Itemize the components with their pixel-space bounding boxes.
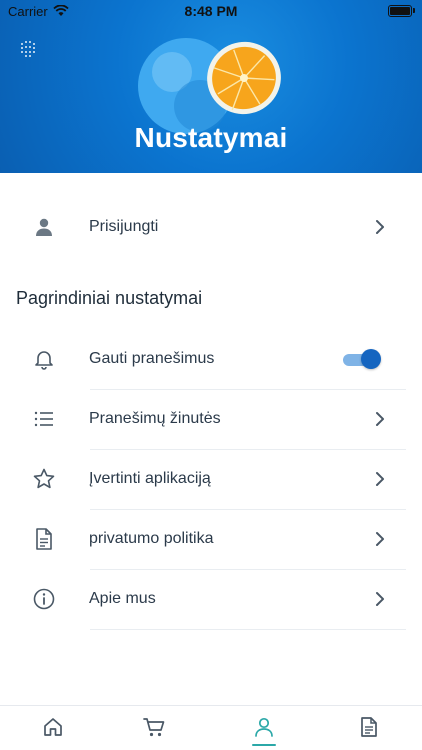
chevron-right-icon xyxy=(376,592,384,606)
list-icon xyxy=(32,407,56,431)
divider xyxy=(90,629,406,630)
messages-label: Pranešimų žinutės xyxy=(89,410,221,427)
notifications-row: Gauti pranešimus xyxy=(0,329,422,389)
login-label: Prisijungti xyxy=(89,218,159,235)
cart-icon xyxy=(143,718,165,737)
tab-documents[interactable] xyxy=(356,714,382,740)
page-title: Nustatymai xyxy=(134,122,288,153)
privacy-policy-row[interactable]: privatumo politika xyxy=(0,509,422,569)
notifications-toggle[interactable] xyxy=(343,348,381,370)
active-tab-indicator xyxy=(252,744,276,746)
star-icon xyxy=(32,467,56,491)
dots-grid-icon[interactable] xyxy=(18,38,40,60)
tab-home[interactable] xyxy=(40,714,66,740)
section-title: Pagrindiniai nustatymai xyxy=(16,288,203,308)
chevron-right-icon xyxy=(376,220,384,234)
header-banner: Nustatymai xyxy=(0,0,422,173)
tab-bar xyxy=(0,705,422,750)
about-row[interactable]: Apie mus xyxy=(0,569,422,629)
wifi-icon xyxy=(53,5,69,16)
rate-app-label: Įvertinti aplikaciją xyxy=(89,470,211,487)
status-bar: Carrier 8:48 PM xyxy=(0,0,422,22)
tab-profile[interactable] xyxy=(251,714,277,740)
document-icon xyxy=(361,717,377,737)
person-icon xyxy=(32,215,56,239)
document-icon xyxy=(32,527,56,551)
chevron-right-icon xyxy=(376,472,384,486)
info-icon xyxy=(32,587,56,611)
tab-cart[interactable] xyxy=(141,714,167,740)
rate-app-row[interactable]: Įvertinti aplikaciją xyxy=(0,449,422,509)
home-icon xyxy=(44,718,62,736)
bell-icon xyxy=(32,347,56,371)
clock: 8:48 PM xyxy=(184,3,238,19)
profile-icon xyxy=(255,717,273,737)
chevron-right-icon xyxy=(376,532,384,546)
battery-icon xyxy=(388,5,415,17)
privacy-policy-label: privatumo politika xyxy=(89,530,214,547)
about-label: Apie mus xyxy=(89,590,156,607)
carrier-label: Carrier xyxy=(8,3,48,19)
messages-row[interactable]: Pranešimų žinutės xyxy=(0,389,422,449)
chevron-right-icon xyxy=(376,412,384,426)
login-row[interactable]: Prisijungti xyxy=(0,197,422,257)
notifications-label: Gauti pranešimus xyxy=(89,350,215,367)
